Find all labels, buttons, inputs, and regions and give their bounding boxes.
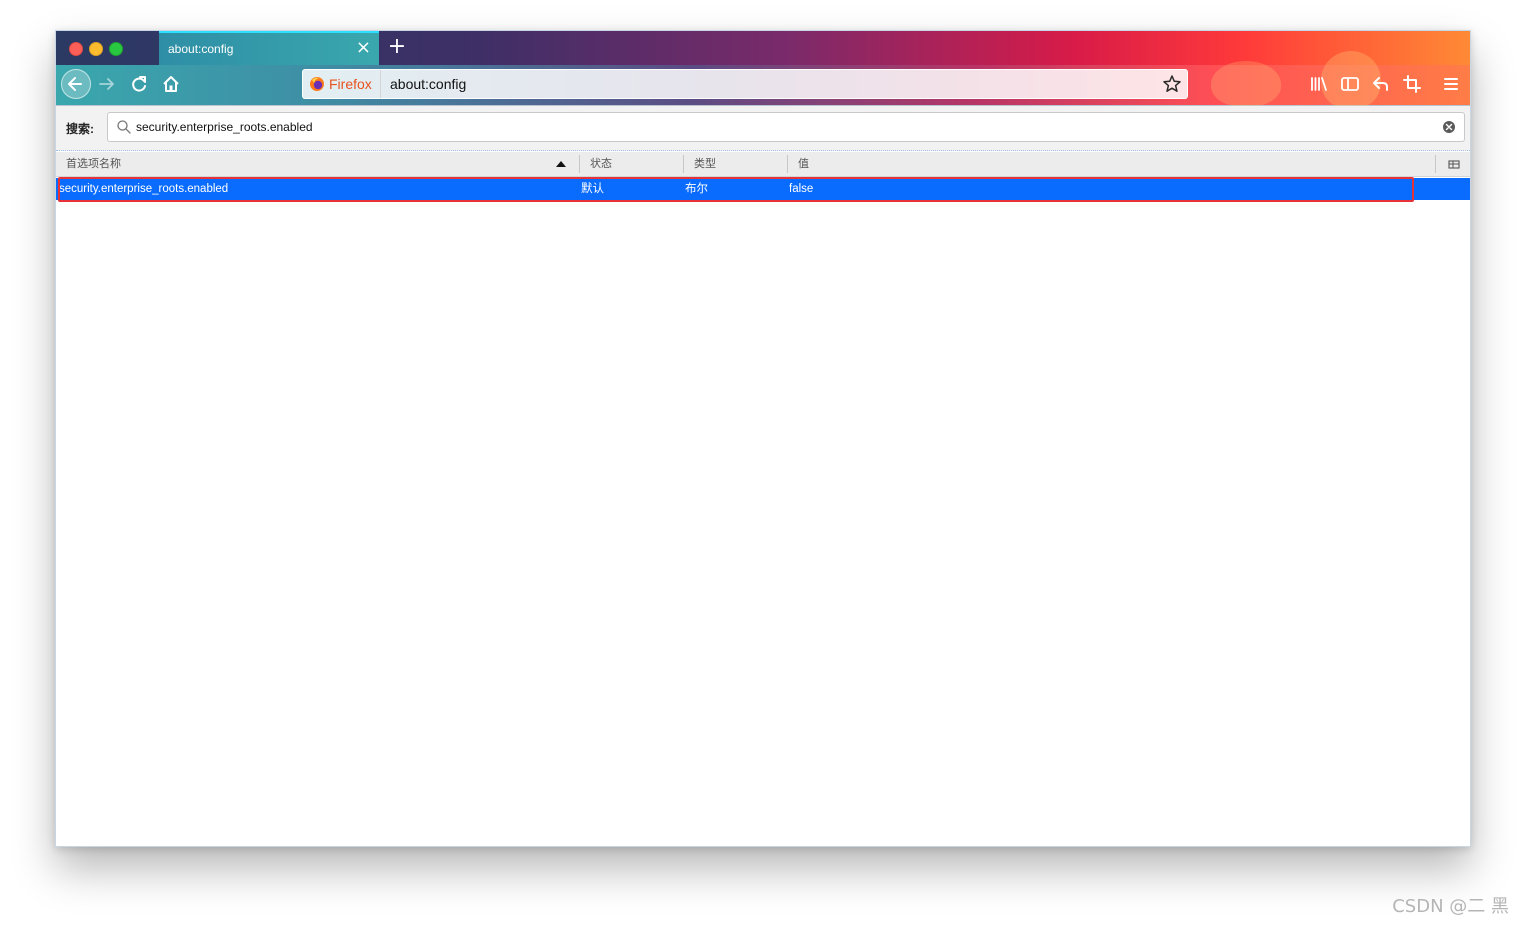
tab-close-button[interactable]: × [356,38,371,58]
pref-name-cell: security.enterprise_roots.enabled [59,183,229,195]
table-row[interactable]: security.enterprise_roots.enabled 默认 布尔 … [56,178,1470,200]
menu-button[interactable] [1440,73,1462,95]
identity-label: Firefox [329,76,372,92]
config-search-row: 搜索: security.enterprise_roots.enabled [56,106,1470,151]
crop-icon [1403,75,1421,93]
firefox-logo-icon [310,77,324,91]
library-button[interactable] [1308,73,1330,95]
library-icon [1311,77,1327,91]
column-divider[interactable] [683,155,684,173]
watermark: CSDN @二 黑 [1392,896,1509,917]
column-picker-icon [1448,160,1460,169]
search-input[interactable]: security.enterprise_roots.enabled [107,112,1465,142]
sidebar-button[interactable] [1339,73,1361,95]
search-input-value[interactable]: security.enterprise_roots.enabled [136,120,313,134]
url-bar[interactable]: Firefox about:config [302,69,1188,99]
new-tab-button[interactable]: + [386,34,408,60]
bookmark-star-button[interactable] [1161,73,1183,95]
identity-box[interactable]: Firefox [303,70,381,98]
undo-icon [1373,77,1388,91]
sort-ascending-icon [556,161,566,167]
home-button[interactable] [160,73,182,95]
minimize-window-button[interactable] [89,42,103,56]
prefs-table-header: 首选项名称 状态 类型 值 [56,152,1470,177]
nav-toolbar: Firefox about:config [56,51,1470,109]
tab-about-config[interactable]: about:config × [159,31,379,65]
search-icon [116,119,132,135]
maximize-window-button[interactable] [109,42,123,56]
tab-strip: about:config × + [56,31,1470,65]
pref-status-cell: 默认 [581,183,604,195]
pref-value-cell: false [789,183,814,195]
search-label: 搜索: [66,122,94,136]
column-header-type[interactable]: 类型 [694,152,784,176]
browser-window: about:config × + Firefox about:config 搜索… [55,30,1471,847]
arrow-right-icon [99,78,114,90]
home-icon [163,76,179,92]
close-window-button[interactable] [69,42,83,56]
pref-type-cell: 布尔 [685,183,708,195]
reload-button[interactable] [128,73,150,95]
arrow-left-icon [68,77,82,91]
clear-icon [1443,121,1455,133]
url-text[interactable]: about:config [390,76,466,92]
back-button[interactable] [61,69,91,99]
clear-search-button[interactable] [1442,120,1456,134]
column-header-name[interactable]: 首选项名称 [66,152,566,176]
sidebar-icon [1341,77,1359,91]
column-divider[interactable] [579,155,580,173]
star-icon [1163,75,1181,92]
column-header-value[interactable]: 值 [798,152,1398,176]
column-divider[interactable] [1435,155,1436,173]
column-header-status[interactable]: 状态 [590,152,680,176]
undo-button[interactable] [1370,73,1392,95]
forward-button[interactable] [96,73,118,95]
reload-icon [132,76,146,92]
screenshot-stage: about:config × + Firefox about:config 搜索… [0,0,1525,926]
theme-decoration [1211,61,1281,107]
tab-title: about:config [168,42,234,56]
column-picker-button[interactable] [1448,158,1460,170]
hamburger-menu-icon [1444,78,1458,90]
column-divider[interactable] [787,155,788,173]
screenshot-button[interactable] [1401,73,1423,95]
